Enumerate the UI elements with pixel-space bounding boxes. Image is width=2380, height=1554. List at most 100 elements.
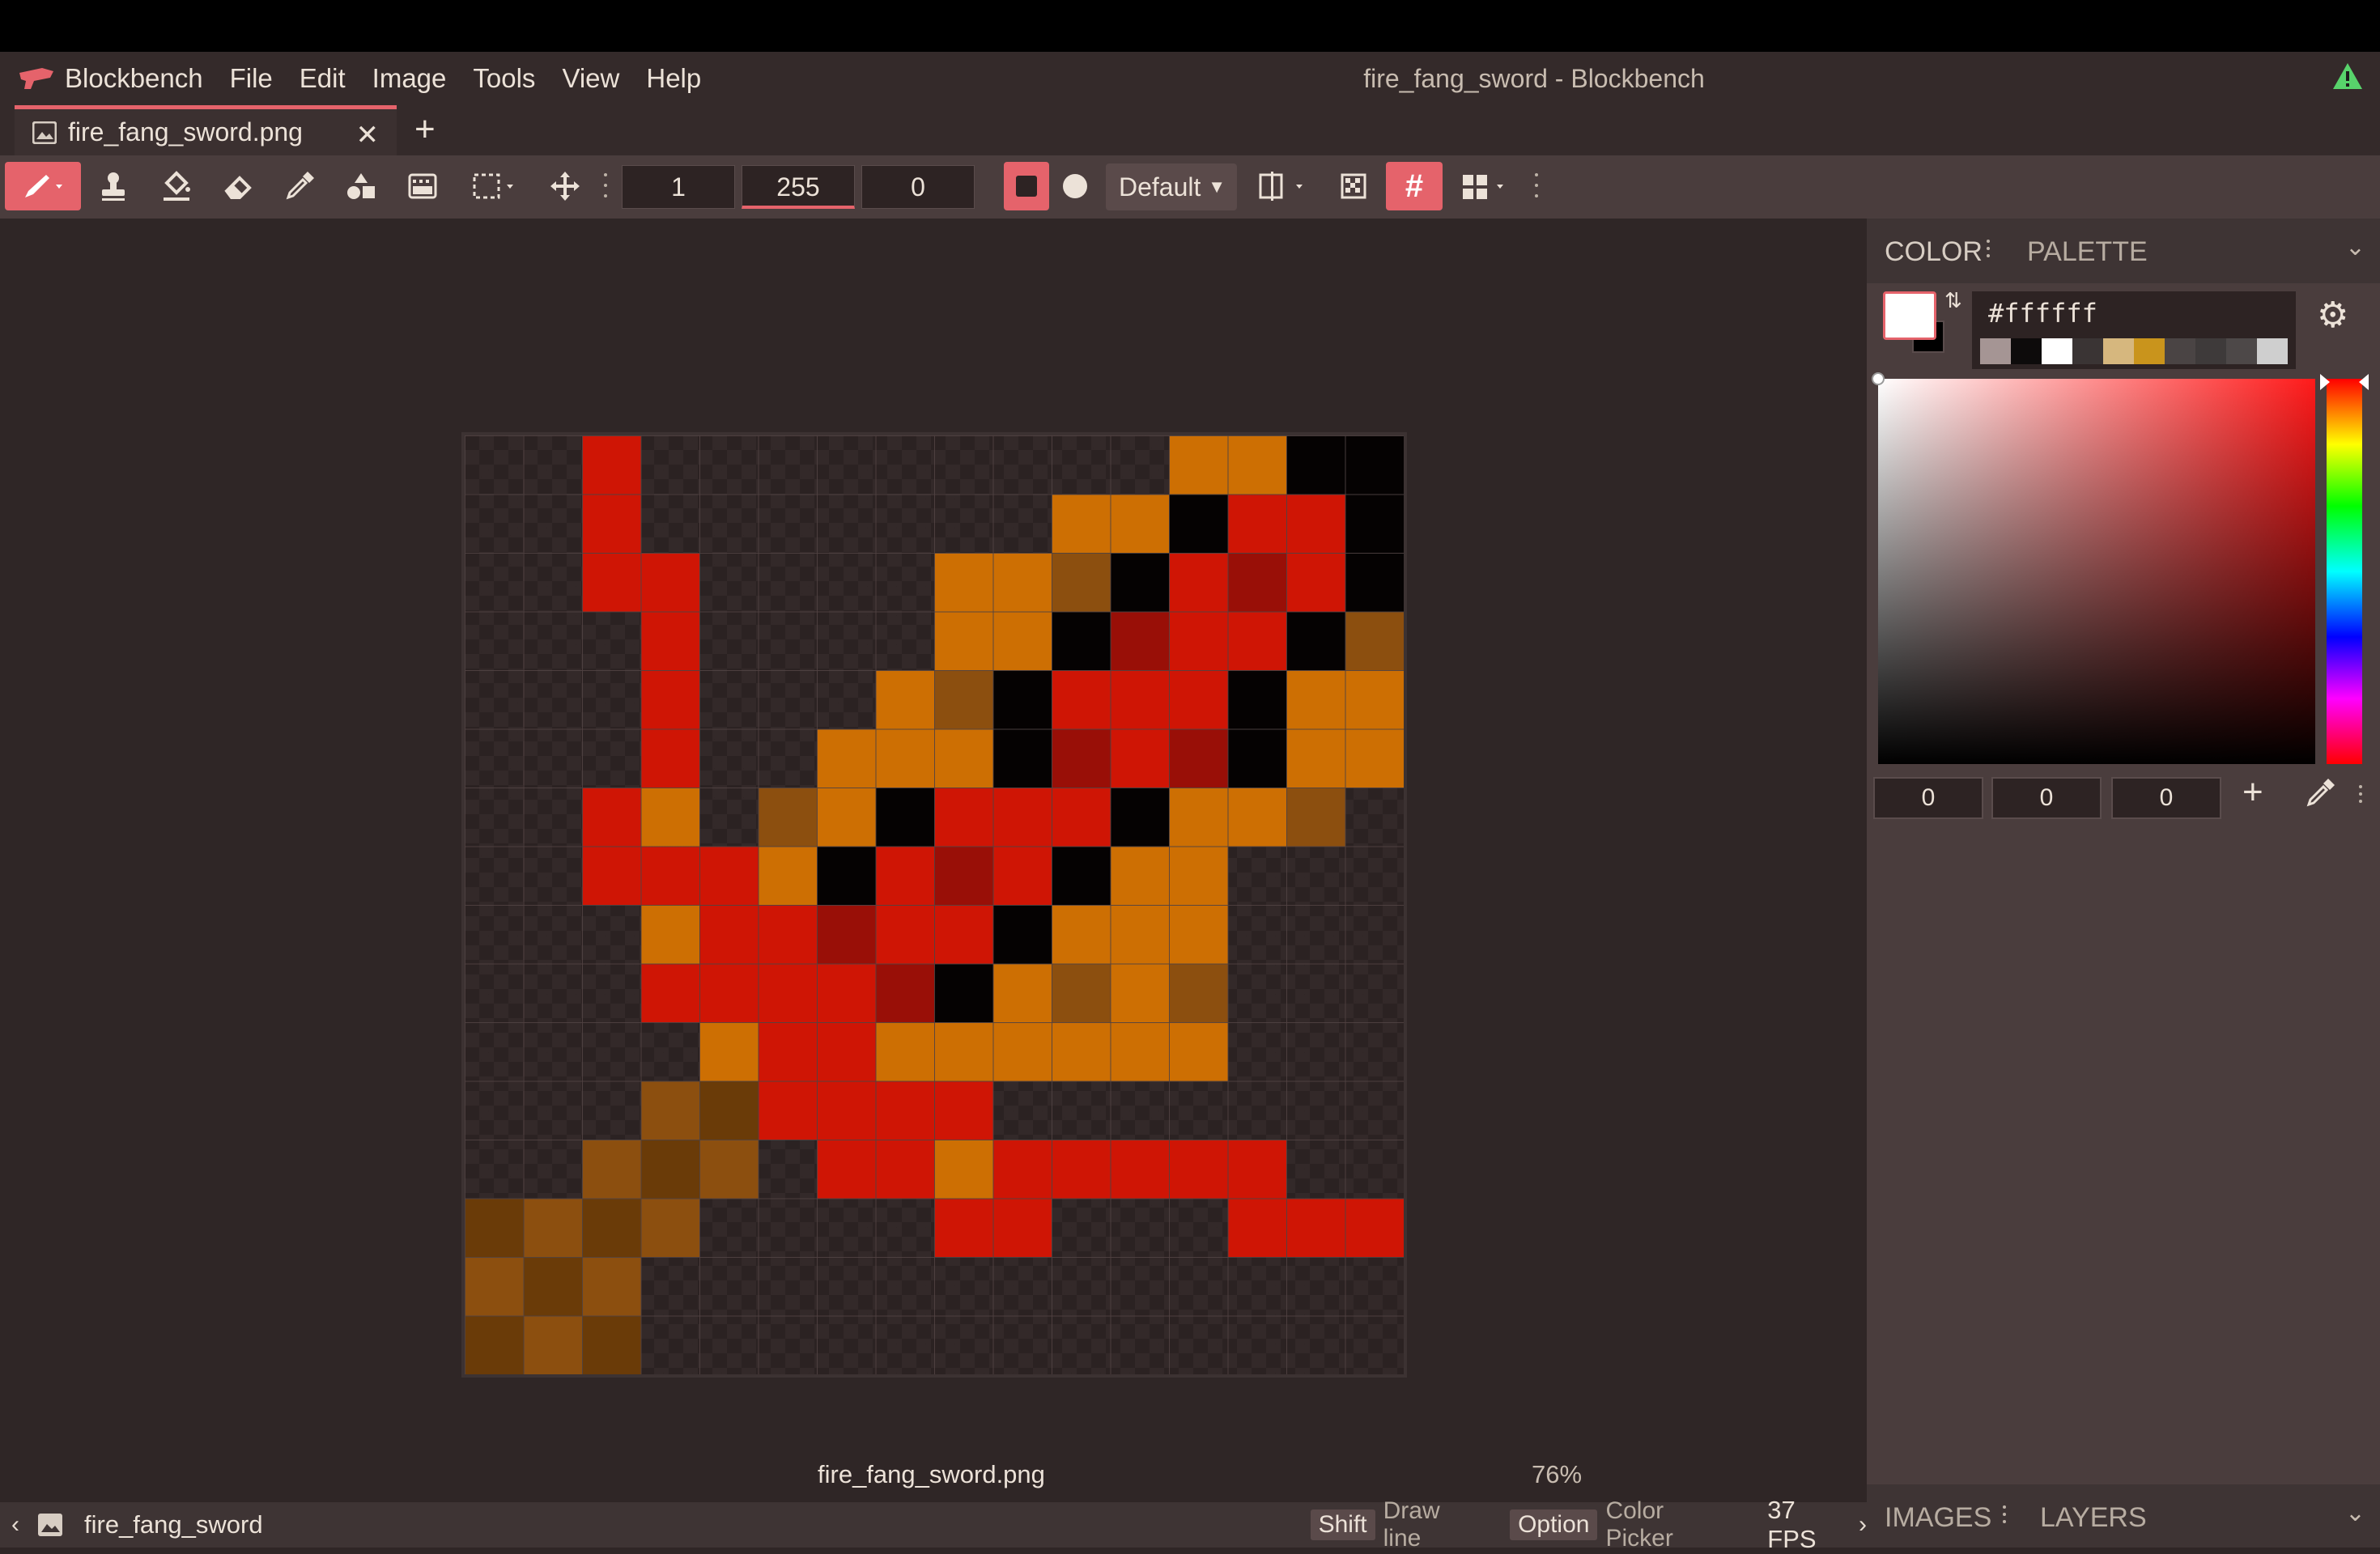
texture-pixel [640,1140,699,1199]
recent-color-swatch[interactable] [2011,338,2042,364]
shape-tool-button[interactable] [340,162,382,210]
shift-keycap: Shift [1310,1509,1375,1540]
menu-help[interactable]: Help [646,63,701,94]
texture-pixel [699,1022,759,1081]
pixel-perfect-button[interactable] [1332,162,1375,210]
texture-pixel [1110,846,1169,905]
move-icon [550,172,580,201]
tab-palette[interactable]: PALETTE [2027,236,2148,268]
shapes-icon [347,173,375,199]
eraser-tool-button[interactable] [217,162,259,210]
texture-pixel [992,1140,1052,1199]
stamp-icon [102,172,125,201]
texture-pixel [1110,1140,1169,1199]
warning-icon[interactable] [2331,62,2364,95]
tab-images[interactable]: IMAGES [1885,1502,1991,1534]
texture-pixel [934,670,993,729]
eraser-icon [224,176,252,199]
texture-pixel [817,1022,876,1081]
move-tool-button[interactable] [544,162,586,210]
green-input[interactable]: 0 [1991,777,2102,819]
texture-pixel [1110,611,1169,670]
hex-value: #ffffff [1988,298,2097,329]
menu-view[interactable]: View [562,63,619,94]
toolbar-more-icon[interactable] [1535,173,1538,197]
tab-fire-fang-sword[interactable]: fire_fang_sword.png ✕ [15,105,397,155]
texture-pixel [992,846,1052,905]
window-title: fire_fang_sword - Blockbench [1363,64,1705,93]
picker-handle[interactable] [1872,372,1885,385]
hex-color-input[interactable]: #ffffff [1972,291,2296,369]
fill-tool-button[interactable] [155,162,198,210]
tab-color[interactable]: COLOR [1885,236,1983,268]
recent-color-swatch[interactable] [2103,338,2134,364]
app-menu[interactable]: Blockbench [65,63,203,94]
recent-color-swatch[interactable] [2072,338,2103,364]
texture-pixel [934,553,993,612]
stamp-tool-button[interactable] [92,162,134,210]
hue-slider[interactable] [2320,374,2369,764]
panel-menu-icon[interactable] [2003,1505,2006,1523]
selection-tool-button[interactable] [465,162,526,210]
chevron-down-icon[interactable]: ⌄ [2345,233,2365,261]
texture-pixel [1169,1022,1228,1081]
red-input[interactable]: 0 [1873,777,1983,819]
color-picker-tool-button[interactable] [278,162,321,210]
brush-opacity-input[interactable]: 255 [742,165,855,209]
texture-pixel [1110,553,1169,612]
gear-icon[interactable]: ⚙ [2317,295,2348,336]
blue-input[interactable]: 0 [2111,777,2221,819]
add-color-icon[interactable]: + [2242,772,2263,813]
texture-pixel [758,788,817,847]
swap-colors-icon[interactable]: ⇅ [1944,288,1962,313]
caret-down-icon: ▼ [1208,176,1226,197]
close-icon[interactable]: ✕ [356,119,380,151]
pixel-layer [465,435,1404,1374]
recent-colors [1980,338,2288,364]
texture-pixel [1227,611,1286,670]
recent-color-swatch[interactable] [2042,338,2072,364]
gradient-tool-button[interactable] [402,162,444,210]
chevron-down-icon[interactable]: ⌄ [2345,1499,2365,1527]
menu-file[interactable]: File [230,63,273,94]
brush-softness-input[interactable]: 0 [861,165,975,209]
toggle-grid-button[interactable]: # [1386,162,1443,210]
chevron-right-icon[interactable]: › [1859,1511,1867,1539]
add-tab-icon[interactable]: + [414,109,436,150]
right-sidebar: COLOR PALETTE ⌄ ⇅ #ffffff ⚙ 0 0 0 + IMAG… [1867,219,2380,1548]
color-panel-header: COLOR PALETTE ⌄ [1867,219,2380,283]
blend-mode-dropdown[interactable]: Default ▼ [1106,163,1237,210]
layout-button[interactable] [1454,162,1519,210]
recent-color-swatch[interactable] [1980,338,2011,364]
texture-canvas[interactable] [461,432,1407,1378]
square-brush-shape-button[interactable] [1004,162,1049,210]
recent-color-swatch[interactable] [2165,338,2195,364]
panel-menu-icon[interactable] [1987,240,1990,257]
texture-pixel [640,611,699,670]
texture-pixel [1286,494,1345,553]
texture-pixel [640,670,699,729]
mirror-painting-button[interactable] [1252,162,1316,210]
texture-pixel [1227,670,1286,729]
recent-color-swatch[interactable] [2257,338,2288,364]
eyedropper-icon[interactable] [2304,777,2336,809]
chevron-left-icon[interactable]: ‹ [11,1511,19,1539]
recent-color-swatch[interactable] [2195,338,2226,364]
texture-pixel [1052,1140,1111,1199]
menu-edit[interactable]: Edit [300,63,346,94]
color-menu-icon[interactable] [2359,785,2362,803]
menu-tools[interactable]: Tools [473,63,535,94]
saturation-value-picker[interactable] [1872,372,2315,764]
primary-color-swatch[interactable] [1883,291,1936,340]
texture-pixel [640,1198,699,1257]
menu-image[interactable]: Image [372,63,447,94]
recent-color-swatch[interactable] [2134,338,2165,364]
texture-pixel [934,728,993,788]
brush-size-input[interactable]: 1 [622,165,735,209]
recent-color-swatch[interactable] [2226,338,2257,364]
selection-icon [473,173,513,199]
round-brush-shape-button[interactable] [1052,162,1098,210]
brush-tool-button[interactable] [5,162,81,210]
tab-layers[interactable]: LAYERS [2040,1502,2147,1534]
hue-slider-handle [2320,374,2369,390]
